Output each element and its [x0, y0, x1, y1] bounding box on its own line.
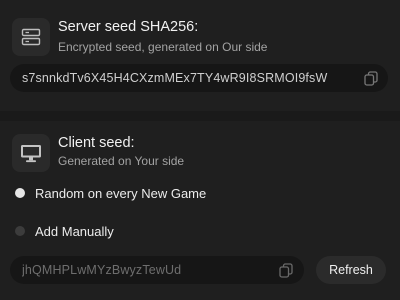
radio-unselected-indicator: [15, 226, 25, 236]
server-icon: [12, 18, 50, 56]
client-seed-input[interactable]: [22, 256, 272, 284]
client-seed-subtitle: Generated on Your side: [58, 154, 185, 168]
server-seed-subtitle: Encrypted seed, generated on Our side: [58, 40, 268, 54]
radio-add-manually[interactable]: Add Manually: [10, 221, 114, 241]
radio-random-every-game[interactable]: Random on every New Game: [10, 183, 206, 203]
server-seed-card: Server seed SHA256: Encrypted seed, gene…: [0, 0, 400, 111]
server-seed-field: [10, 64, 388, 92]
server-seed-input[interactable]: [22, 64, 352, 92]
radio-selected-indicator: [15, 188, 25, 198]
refresh-button[interactable]: Refresh: [316, 256, 386, 284]
client-seed-field: [10, 256, 304, 284]
copy-server-seed-button[interactable]: [362, 69, 380, 87]
radio-label-random: Random on every New Game: [35, 185, 207, 201]
radio-label-manual: Add Manually: [35, 223, 114, 239]
server-seed-title: Server seed SHA256:: [58, 19, 199, 35]
copy-icon: [364, 70, 378, 86]
copy-icon: [279, 262, 293, 278]
monitor-icon: [12, 134, 50, 172]
client-seed-title: Client seed:: [58, 135, 135, 151]
copy-client-seed-button[interactable]: [277, 261, 295, 279]
